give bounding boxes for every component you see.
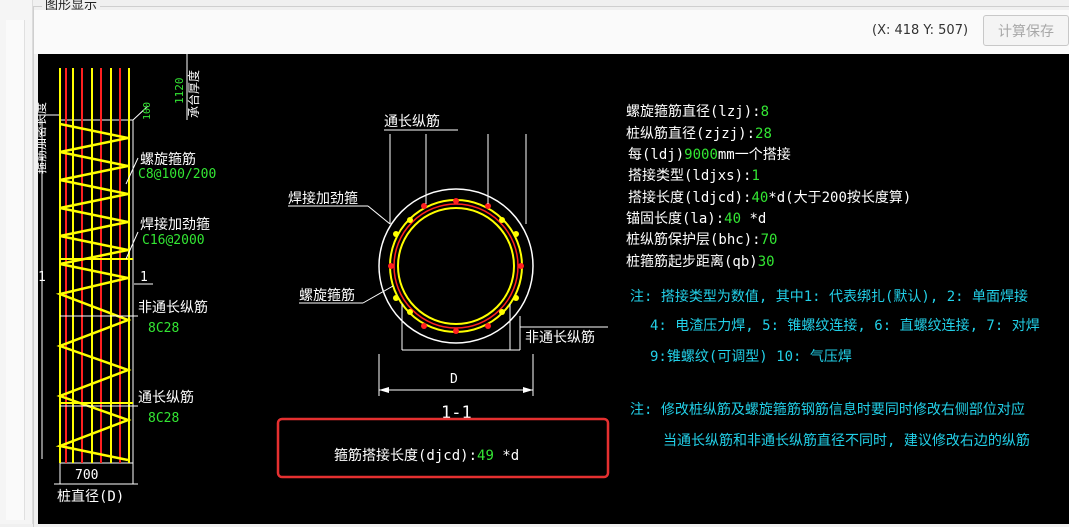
param-anchor-length[interactable]: 锚固长度(la):40 *d xyxy=(626,211,766,227)
dim-100-value: 100 xyxy=(142,102,153,120)
param-start-distance[interactable]: 桩箍筋起步距离(qb)30 xyxy=(626,253,775,270)
through-label: 通长纵筋 xyxy=(138,389,194,406)
left-panel-strip xyxy=(0,0,33,524)
non-through-value: 8C28 xyxy=(148,321,179,336)
spiral-label: 螺旋箍筋 xyxy=(140,151,196,168)
weld-value: C16@2000 xyxy=(142,233,205,248)
param-lap-spacing[interactable]: 每(ldj)9000mm一个搭接 xyxy=(628,146,791,163)
left-scrollbar[interactable] xyxy=(6,20,25,520)
pile-elevation: 箍筋加密长度 1120 承台厚度 100 螺旋箍筋 C8@100/200 焊接加… xyxy=(38,54,216,505)
weld-label: 焊接加劲箍 xyxy=(140,216,210,233)
note2-line2: 当通长纵筋和非通长纵筋直径不同时, 建议修改右边的纵筋 xyxy=(663,432,1030,449)
non-through-label: 非通长纵筋 xyxy=(138,299,208,316)
note1-line1: 注: 搭接类型为数值, 其中1: 代表绑扎(默认), 2: 单面焊接 xyxy=(630,288,1028,305)
note1-line3: 9:锥螺纹(可调型) 10: 气压焊 xyxy=(650,349,852,365)
section-non-through-label: 非通长纵筋 xyxy=(525,329,595,346)
parameter-list: 螺旋箍筋直径(lzj):8 桩纵筋直径(zjzj):28 每(ldj)9000m… xyxy=(626,103,911,270)
param-lap-type[interactable]: 搭接类型(ldjxs):1 xyxy=(628,167,760,184)
drawing-canvas[interactable]: 箍筋加密长度 1120 承台厚度 100 螺旋箍筋 C8@100/200 焊接加… xyxy=(38,54,1069,524)
d-dim-arrow-left xyxy=(379,387,389,393)
param-lap-length[interactable]: 搭接长度(ldjcd):40*d(大于200按长度算) xyxy=(628,189,911,206)
section-1-1: 通长纵筋 非通长纵筋 焊接加劲箍 螺旋箍筋 D 1-1 xyxy=(288,113,608,423)
section-spiral-leader xyxy=(362,285,394,304)
section-mark-left: 1 xyxy=(38,270,46,285)
cap-thickness-label: 承台厚度 xyxy=(186,70,201,118)
spiral-ring-middle xyxy=(393,203,519,329)
spiral-stirrup xyxy=(55,122,132,462)
note1-line2: 4: 电渣压力焊, 5: 锥螺纹连接, 6: 直螺纹连接, 7: 对焊 xyxy=(650,317,1040,334)
cap-thickness-value: 1120 xyxy=(173,78,186,105)
width-value: 700 xyxy=(75,468,98,483)
calculate-save-button[interactable]: 计算保存 xyxy=(983,15,1069,46)
section-weld-label: 焊接加劲箍 xyxy=(288,190,358,207)
param-longitudinal-diameter[interactable]: 桩纵筋直径(zjzj):28 xyxy=(626,125,772,142)
note2-line1: 注: 修改桩纵筋及螺旋箍筋钢筋信息时要同时修改右侧部位对应 xyxy=(630,401,1025,418)
pile-diameter-label: 桩直径(D) xyxy=(57,488,124,505)
section-mark-right: 1 xyxy=(140,270,148,285)
spiral-ring-inner xyxy=(397,207,515,325)
notes: 注: 搭接类型为数值, 其中1: 代表绑扎(默认), 2: 单面焊接 4: 电渣… xyxy=(630,288,1040,449)
cursor-coordinates: (X: 418 Y: 507) xyxy=(872,23,969,38)
through-value: 8C28 xyxy=(148,411,179,426)
dense-length-label: 箍筋加密长度 xyxy=(38,102,48,174)
section-spiral-label: 螺旋箍筋 xyxy=(299,287,355,304)
section-rebars xyxy=(388,198,524,334)
section-through-label: 通长纵筋 xyxy=(384,113,440,130)
d-dim-arrow-right xyxy=(523,387,533,393)
param-cover[interactable]: 桩纵筋保护层(bhc):70 xyxy=(626,231,777,248)
param-spiral-diameter[interactable]: 螺旋箍筋直径(lzj):8 xyxy=(626,103,769,120)
section-weld-leader xyxy=(367,205,391,225)
spiral-leader xyxy=(125,157,139,185)
weld-leader xyxy=(125,231,139,260)
spiral-value: C8@100/200 xyxy=(138,167,216,182)
stirrup-lap-length[interactable]: 箍筋搭接长度(djcd):49 *d xyxy=(334,447,519,464)
d-dim-label: D xyxy=(450,372,458,387)
